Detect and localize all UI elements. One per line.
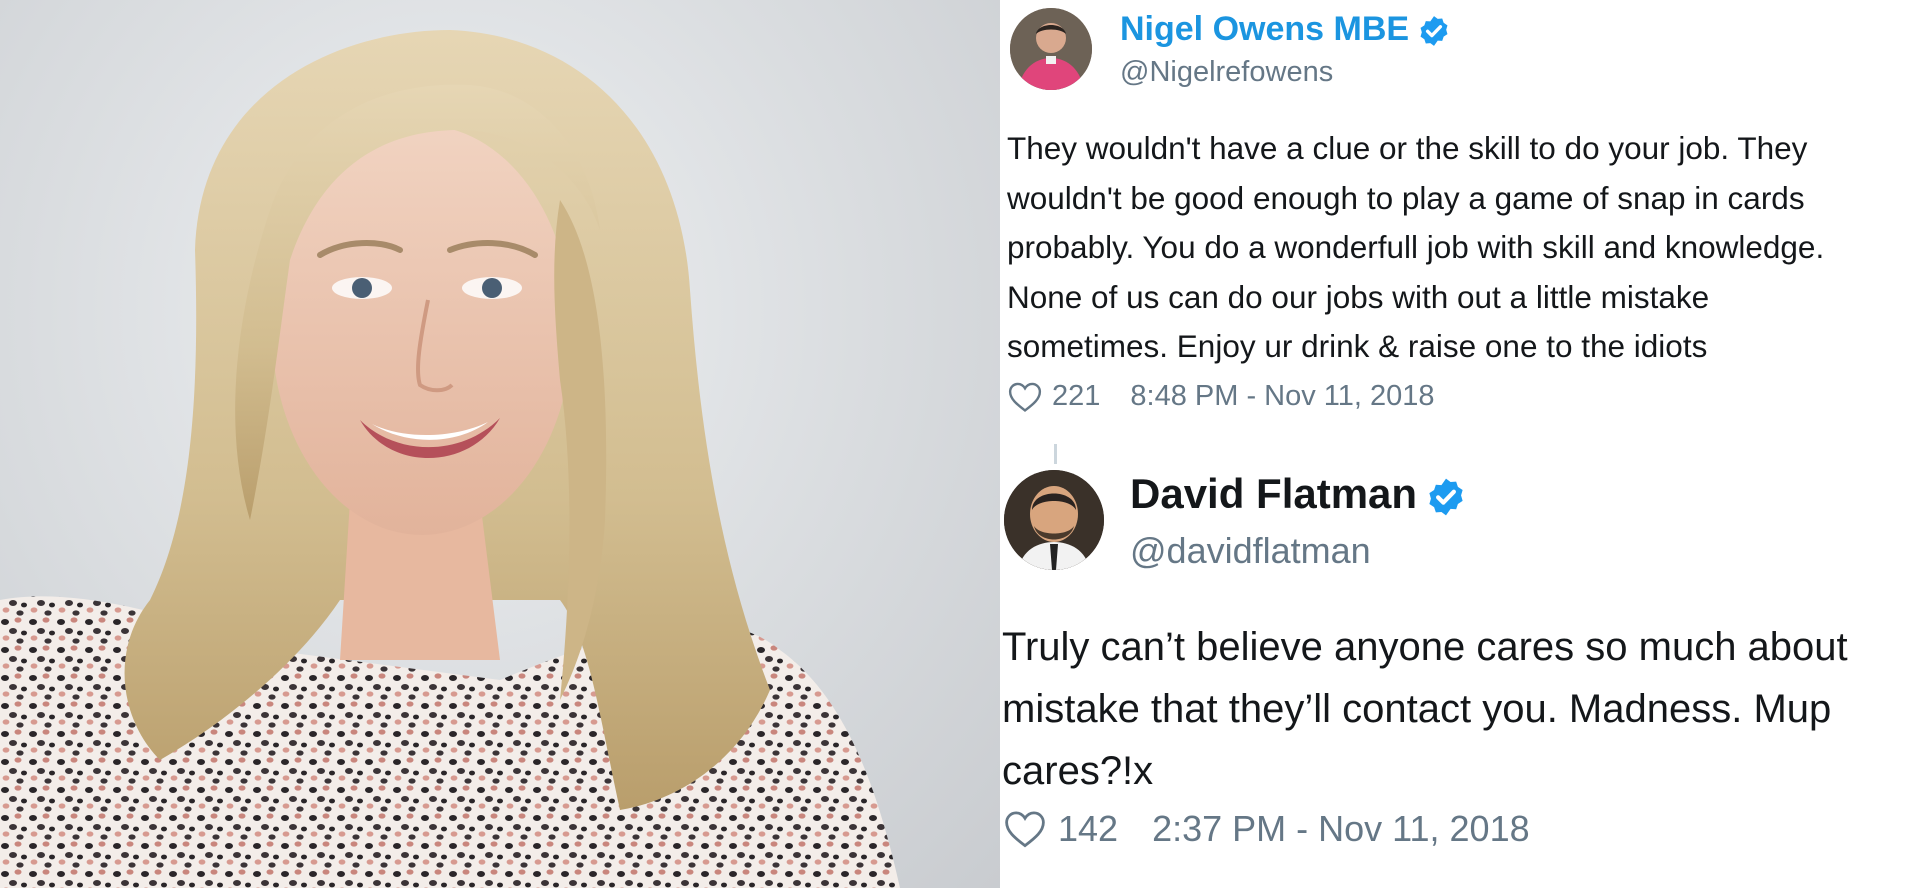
timestamp[interactable]: 8:48 PM - Nov 11, 2018 <box>1130 380 1434 413</box>
heart-outline-icon[interactable] <box>1008 381 1042 413</box>
display-name[interactable]: Nigel Owens MBE <box>1120 10 1451 49</box>
handle[interactable]: @Nigelrefowens <box>1120 56 1333 89</box>
tweet-header: David Flatman @davidflatman <box>1004 468 1704 578</box>
tweet-text-line: They wouldn't have a clue or the skill t… <box>1007 130 1808 166</box>
tweet-meta: 221 8:48 PM - Nov 11, 2018 <box>1008 380 1435 413</box>
handle[interactable]: @davidflatman <box>1130 530 1371 572</box>
verified-badge-icon <box>1429 478 1463 516</box>
display-name[interactable]: David Flatman <box>1130 470 1467 518</box>
avatar-image <box>1004 470 1104 570</box>
tweet-text-line: mistake that they’ll contact you. Madnes… <box>1002 687 1832 731</box>
tweet-text-line: None of us can do our jobs with out a li… <box>1007 278 1710 315</box>
screenshot-stage: Nigel Owens MBE @Nigelrefowens They woul… <box>0 0 1920 888</box>
tweet-text: Truly can’t believe anyone cares so much… <box>1002 616 1920 802</box>
tweet-header: Nigel Owens MBE @Nigelrefowens <box>1010 4 1610 94</box>
avatar-image <box>1010 8 1092 90</box>
like-count: 142 <box>1058 808 1119 849</box>
tweet-meta: 142 2:37 PM - Nov 11, 2018 <box>1004 808 1530 850</box>
tweet-text-line: sometimes. Enjoy ur drink & raise one to… <box>1007 328 1708 364</box>
avatar[interactable] <box>1010 8 1092 90</box>
tweet-text-line: cares?!x <box>1002 749 1154 793</box>
display-name-text: Nigel Owens MBE <box>1120 10 1410 48</box>
display-name-text: David Flatman <box>1130 470 1418 517</box>
portrait-illustration <box>0 30 900 888</box>
timestamp[interactable]: 2:37 PM - Nov 11, 2018 <box>1152 808 1530 850</box>
portrait-photo <box>0 0 1000 888</box>
tweet-text-line: Truly can’t believe anyone cares so much… <box>1002 625 1848 669</box>
thread-connector <box>1054 444 1057 464</box>
like-count: 221 <box>1052 380 1101 412</box>
avatar[interactable] <box>1004 470 1104 570</box>
tweet-text: They wouldn't have a clue or the skill t… <box>1007 124 1920 372</box>
tweet-text-line: wouldn't be good enough to play a game o… <box>1007 179 1805 216</box>
tweet-text-line: probably. You do a wonderfull job with s… <box>1007 229 1825 265</box>
heart-outline-icon[interactable] <box>1004 809 1046 849</box>
verified-badge-icon <box>1420 16 1448 46</box>
tweet-panel: Nigel Owens MBE @Nigelrefowens They woul… <box>1000 0 1920 888</box>
